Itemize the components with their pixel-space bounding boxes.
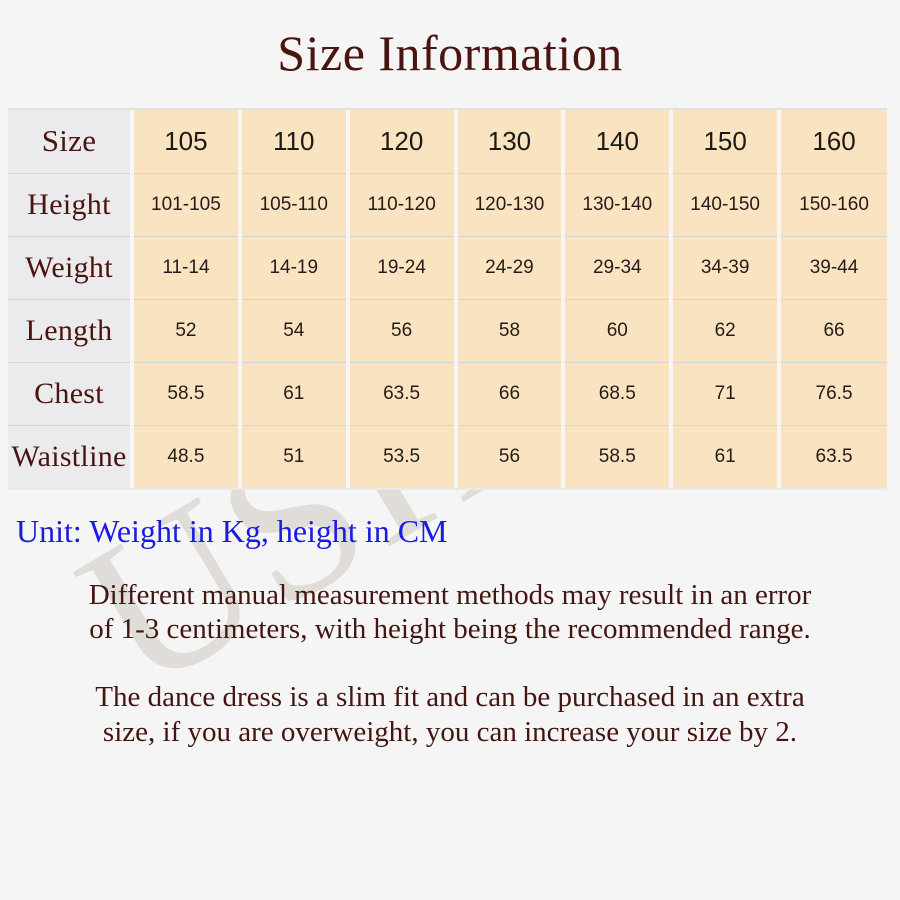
cell-length-140: 60 xyxy=(561,299,672,363)
cell-chest-160: 76.5 xyxy=(777,362,887,426)
cell-height-120: 110-120 xyxy=(345,173,456,237)
row-label-chest: Chest xyxy=(8,362,132,426)
cell-height-160: 150-160 xyxy=(777,173,887,237)
cell-waistline-130: 56 xyxy=(453,425,564,488)
cell-weight-140: 29-34 xyxy=(561,236,672,300)
table-row-length: Length 52 54 56 58 60 62 66 xyxy=(8,299,887,363)
cell-size-110: 110 xyxy=(237,110,348,174)
cell-height-130: 120-130 xyxy=(453,173,564,237)
table-row-waistline: Waistline 48.5 51 53.5 56 58.5 61 63.5 xyxy=(8,425,887,488)
size-table-container: Size 105 110 120 130 140 150 160 Height … xyxy=(8,108,887,490)
cell-height-105: 101-105 xyxy=(130,173,240,237)
note-line-4: size, if you are overweight, you can inc… xyxy=(102,715,798,748)
size-chart-page: USHINE Size Information Size 105 110 120… xyxy=(0,0,900,900)
row-label-size: Size xyxy=(8,110,132,174)
notes-section: Different manual measurement methods may… xyxy=(8,578,892,749)
table-row-chest: Chest 58.5 61 63.5 66 68.5 71 76.5 xyxy=(8,362,887,426)
cell-size-130: 130 xyxy=(453,110,564,174)
row-label-length: Length xyxy=(8,299,132,363)
table-row-height: Height 101-105 105-110 110-120 120-130 1… xyxy=(8,173,887,237)
row-label-height: Height xyxy=(8,173,132,237)
cell-waistline-150: 61 xyxy=(669,425,780,488)
cell-height-140: 130-140 xyxy=(561,173,672,237)
note-line-3: The dance dress is a slim fit and can be… xyxy=(95,681,805,714)
unit-note: Unit: Weight in Kg, height in CM xyxy=(16,513,448,549)
note-line-1: Different manual measurement methods may… xyxy=(88,579,812,611)
size-table: Size 105 110 120 130 140 150 160 Height … xyxy=(8,110,887,488)
cell-length-150: 62 xyxy=(669,299,780,363)
table-row-size: Size 105 110 120 130 140 150 160 xyxy=(8,110,887,174)
cell-chest-120: 63.5 xyxy=(345,362,456,426)
table-row-weight: Weight 11-14 14-19 19-24 24-29 29-34 34-… xyxy=(8,236,887,300)
cell-weight-120: 19-24 xyxy=(345,236,456,300)
cell-length-120: 56 xyxy=(345,299,456,363)
cell-weight-105: 11-14 xyxy=(130,236,240,300)
cell-weight-150: 34-39 xyxy=(669,236,780,300)
cell-weight-130: 24-29 xyxy=(453,236,564,300)
page-title: Size Information xyxy=(277,25,623,81)
cell-weight-110: 14-19 xyxy=(237,236,348,300)
cell-length-160: 66 xyxy=(777,299,887,363)
cell-size-120: 120 xyxy=(345,110,456,174)
cell-length-110: 54 xyxy=(237,299,348,363)
cell-length-130: 58 xyxy=(453,299,564,363)
cell-chest-130: 66 xyxy=(453,362,564,426)
cell-waistline-105: 48.5 xyxy=(130,425,240,488)
cell-size-105: 105 xyxy=(130,110,240,174)
note-line-2: of 1-3 centimeters, with height being th… xyxy=(89,613,811,646)
cell-waistline-160: 63.5 xyxy=(777,425,887,488)
cell-height-150: 140-150 xyxy=(669,173,780,237)
cell-weight-160: 39-44 xyxy=(777,236,887,300)
row-label-weight: Weight xyxy=(8,236,132,300)
cell-chest-150: 71 xyxy=(669,362,780,426)
cell-chest-140: 68.5 xyxy=(561,362,672,426)
cell-size-160: 160 xyxy=(777,110,887,174)
cell-waistline-110: 51 xyxy=(237,425,348,488)
cell-height-110: 105-110 xyxy=(237,173,348,237)
cell-chest-110: 61 xyxy=(237,362,348,426)
cell-waistline-140: 58.5 xyxy=(561,425,672,488)
cell-length-105: 52 xyxy=(130,299,240,363)
cell-size-150: 150 xyxy=(669,110,780,174)
cell-waistline-120: 53.5 xyxy=(345,425,456,488)
cell-size-140: 140 xyxy=(561,110,672,174)
cell-chest-105: 58.5 xyxy=(130,362,240,426)
row-label-waistline: Waistline xyxy=(8,425,132,488)
